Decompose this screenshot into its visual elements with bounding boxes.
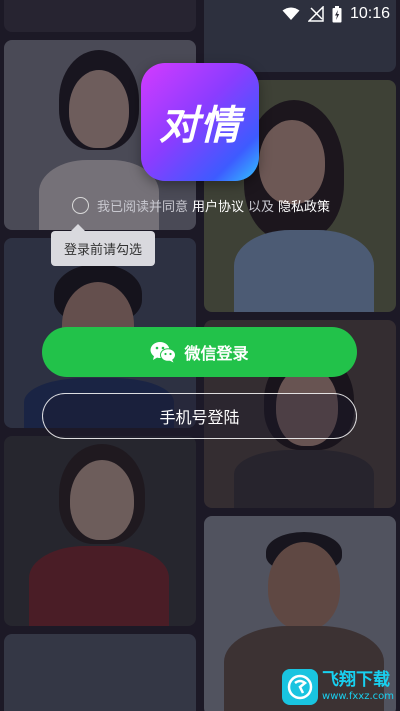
no-signal-icon [307,6,324,22]
user-agreement-link[interactable]: 用户协议 [192,196,244,215]
wechat-icon [150,342,177,363]
app-logo: 对情 [141,63,259,181]
status-bar: 10:16 [0,0,400,28]
wechat-login-label: 微信登录 [184,344,249,363]
check-agreement-tooltip: 登录前请勾选 [51,224,156,266]
status-time: 10:16 [349,5,390,22]
app-logo-text: 对情 [159,103,241,149]
watermark: 飞翔下载 www.fxxz.com [282,669,394,705]
battery-icon [332,5,342,22]
agreement-prefix: 我已阅读并同意 [97,200,189,215]
watermark-en: www.fxxz.com [322,691,394,702]
wechat-login-button[interactable]: 微信登录 [42,327,357,377]
agreement-and: 以及 [248,200,275,215]
phone-login-button[interactable]: 手机号登陆 [42,393,357,439]
agreement-checkbox[interactable] [72,197,89,214]
phone-login-label: 手机号登陆 [159,408,240,427]
privacy-policy-link[interactable]: 隐私政策 [278,196,330,215]
wifi-icon [282,7,300,20]
watermark-cn: 飞翔下载 [322,670,391,690]
agreement-row: 我已阅读并同意 用户协议 以及 隐私政策 [72,196,330,215]
watermark-logo-icon [282,669,319,705]
